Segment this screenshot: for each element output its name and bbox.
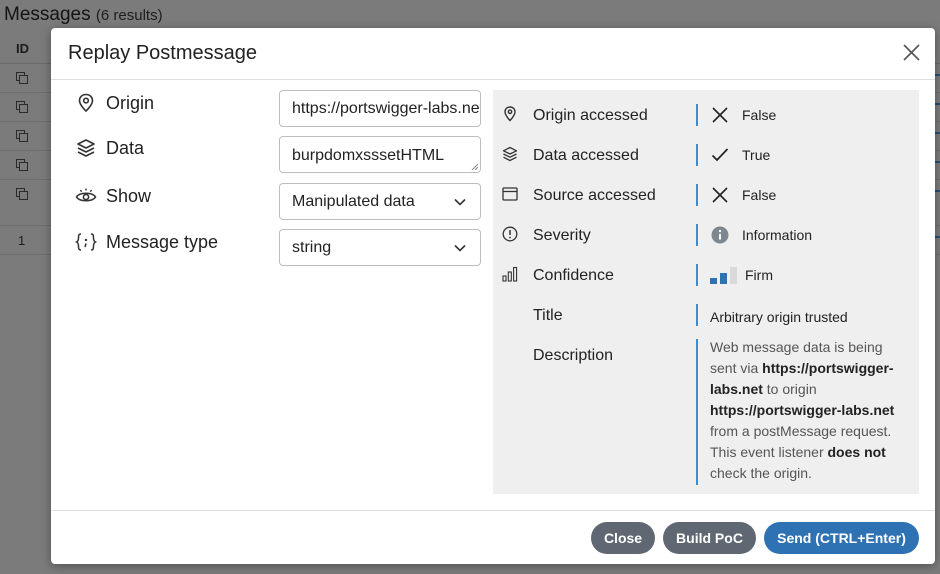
copy-icon xyxy=(16,188,28,200)
check-icon xyxy=(710,144,730,166)
origin-accessed-text: False xyxy=(742,107,777,123)
divider xyxy=(696,304,698,326)
data-accessed-row: Data accessed True xyxy=(493,135,919,175)
data-accessed-text: True xyxy=(742,147,771,163)
close-icon[interactable] xyxy=(903,44,920,61)
signal-bars-icon xyxy=(501,265,519,283)
description-part: to origin xyxy=(762,381,817,397)
row-number: 1 xyxy=(18,233,26,248)
source-accessed-row: Source accessed False xyxy=(493,175,919,215)
title-label: Title xyxy=(533,307,563,324)
source-accessed-value: False xyxy=(710,184,776,206)
origin-accessed-value: False xyxy=(710,104,776,126)
confidence-value: Firm xyxy=(710,264,773,286)
chevron-down-icon xyxy=(454,198,466,206)
window-icon xyxy=(501,185,519,203)
confidence-label: Confidence xyxy=(533,267,614,284)
copy-icon xyxy=(16,72,28,84)
close-button[interactable]: Close xyxy=(591,522,655,554)
resize-grip-icon[interactable] xyxy=(471,163,478,170)
divider xyxy=(696,184,698,206)
origin-label: Origin xyxy=(75,92,154,114)
origin-label-text: Origin xyxy=(106,92,155,113)
data-value: burpdomxsssetHTML xyxy=(292,147,445,164)
copy-icon xyxy=(16,101,28,113)
confidence-bar xyxy=(710,278,717,284)
severity-value: Information xyxy=(710,224,812,246)
message-type-selected: string xyxy=(292,238,332,256)
show-selected: Manipulated data xyxy=(292,192,415,210)
description-emphasis: does not xyxy=(827,444,886,460)
origin-accessed-row: Origin accessed False xyxy=(493,95,919,135)
confidence-bar xyxy=(730,267,737,284)
divider xyxy=(696,264,698,286)
eye-icon xyxy=(75,185,97,207)
layers-icon xyxy=(75,137,97,159)
map-pin-icon xyxy=(501,105,519,123)
copy-icon xyxy=(16,130,28,142)
data-label-text: Data xyxy=(106,137,145,158)
source-accessed-text: False xyxy=(742,187,777,203)
confidence-row: Confidence Firm xyxy=(493,255,919,295)
description-part: check the origin. xyxy=(710,465,812,481)
copy-icon xyxy=(16,159,28,171)
divider xyxy=(696,104,698,126)
source-accessed-label: Source accessed xyxy=(533,187,656,204)
chevron-down-icon xyxy=(454,244,466,252)
divider xyxy=(696,339,698,485)
show-select[interactable]: Manipulated data xyxy=(279,183,481,220)
divider xyxy=(696,224,698,246)
description-target-origin: https://portswigger-labs.net xyxy=(710,402,895,418)
data-accessed-value: True xyxy=(710,144,770,166)
origin-accessed-label: Origin accessed xyxy=(533,107,648,124)
message-type-label-text: Message type xyxy=(106,231,219,252)
divider xyxy=(696,144,698,166)
send-button[interactable]: Send (CTRL+Enter) xyxy=(764,522,919,554)
description-label: Description xyxy=(533,347,614,364)
show-label-text: Show xyxy=(106,185,152,206)
issue-details-panel: Origin accessed False Data accessed True… xyxy=(493,90,919,494)
dialog-header: Replay Postmessage xyxy=(51,28,935,80)
layers-icon xyxy=(501,145,519,163)
data-textarea[interactable]: burpdomxsssetHTML xyxy=(279,136,481,173)
confidence-bars-icon xyxy=(710,264,738,286)
map-pin-icon xyxy=(75,92,97,114)
replay-postmessage-dialog: Replay Postmessage Origin https://portsw… xyxy=(51,28,935,564)
code-braces-icon xyxy=(75,231,97,253)
cross-icon xyxy=(710,184,730,206)
alert-circle-icon xyxy=(501,225,519,243)
title-value: Arbitrary origin trusted xyxy=(710,309,848,325)
severity-label: Severity xyxy=(533,227,591,244)
data-label: Data xyxy=(75,137,144,159)
messages-heading: Messages (6 results) xyxy=(4,4,163,26)
message-type-label: Message type xyxy=(75,231,218,253)
info-icon xyxy=(710,224,730,246)
messages-count: (6 results) xyxy=(95,7,163,24)
severity-text: Information xyxy=(742,227,813,243)
footer-divider xyxy=(51,510,935,511)
show-label: Show xyxy=(75,185,151,207)
message-type-select[interactable]: string xyxy=(279,229,481,266)
confidence-text: Firm xyxy=(745,267,773,283)
cross-icon xyxy=(710,104,730,126)
column-id: ID xyxy=(16,41,29,56)
dialog-title: Replay Postmessage xyxy=(68,42,257,64)
severity-row: Severity Information xyxy=(493,215,919,255)
title-row: Title Arbitrary origin trusted xyxy=(493,295,919,335)
description-text: Web message data is being sent via https… xyxy=(710,337,906,484)
messages-title: Messages xyxy=(4,4,91,25)
confidence-bar xyxy=(720,273,727,284)
origin-input[interactable]: https://portswigger-labs.net xyxy=(279,90,481,127)
data-accessed-label: Data accessed xyxy=(533,147,639,164)
build-poc-button[interactable]: Build PoC xyxy=(663,522,756,554)
